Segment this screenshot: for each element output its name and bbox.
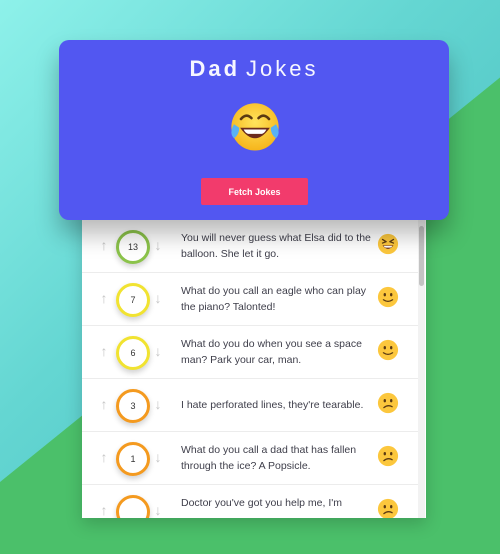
slight-smile-emoji-icon — [377, 339, 399, 361]
vote-count: 6 — [116, 336, 150, 370]
vote-count: 7 — [116, 283, 150, 317]
joke-text: What do you call an eagle who can play t… — [181, 285, 367, 313]
downvote-arrow-icon[interactable]: ↓ — [151, 342, 165, 360]
slight-smile-emoji-icon — [377, 286, 399, 308]
upvote-arrow-icon[interactable]: ↑ — [97, 501, 111, 518]
vote-count — [116, 495, 150, 518]
joke-row: ↑ 3 ↓ I hate perforated lines, they're t… — [82, 379, 418, 432]
confused-emoji-icon — [377, 498, 399, 518]
title-dad: Dad — [189, 56, 241, 81]
downvote-arrow-icon[interactable]: ↓ — [151, 236, 165, 254]
joke-row: ↑ 7 ↓ What do you call an eagle who can … — [82, 273, 418, 326]
scrollbar-thumb[interactable] — [419, 226, 424, 286]
joke-text: What do you do when you see a space man?… — [181, 338, 362, 366]
vote-count: 1 — [116, 442, 150, 476]
header-panel: Dad Jokes Fetch Jokes — [59, 40, 449, 220]
list-scrollbar[interactable] — [418, 200, 425, 518]
joke-text: You will never guess what Elsa did to th… — [181, 232, 371, 260]
joke-row: ↑ 13 ↓ You will never guess what Elsa di… — [82, 220, 418, 273]
title-jokes: Jokes — [246, 56, 319, 81]
joke-text: Doctor you've got you help me, I'm — [181, 497, 343, 509]
vote-count: 13 — [116, 230, 150, 264]
downvote-arrow-icon[interactable]: ↓ — [151, 501, 165, 518]
upvote-arrow-icon[interactable]: ↑ — [97, 236, 111, 254]
joke-row: ↑ 1 ↓ What do you call a dad that has fa… — [82, 432, 418, 485]
upvote-arrow-icon[interactable]: ↑ — [97, 395, 111, 413]
downvote-arrow-icon[interactable]: ↓ — [151, 395, 165, 413]
vote-count: 3 — [116, 389, 150, 423]
upvote-arrow-icon[interactable]: ↑ — [97, 289, 111, 307]
upvote-arrow-icon[interactable]: ↑ — [97, 342, 111, 360]
fetch-jokes-button[interactable]: Fetch Jokes — [201, 178, 308, 205]
joke-row: ↑ 6 ↓ What do you do when you see a spac… — [82, 326, 418, 379]
joke-text: I hate perforated lines, they're tearabl… — [181, 399, 364, 411]
joke-row: ↑ ↓ Doctor you've got you help me, I'm — [82, 485, 418, 518]
jokes-list[interactable]: ↑ 13 ↓ You will never guess what Elsa di… — [82, 200, 426, 518]
confused-emoji-icon — [377, 392, 399, 414]
app-title: Dad Jokes — [59, 56, 449, 82]
grinning-squint-emoji-icon — [377, 233, 399, 255]
downvote-arrow-icon[interactable]: ↓ — [151, 448, 165, 466]
confused-emoji-icon — [377, 445, 399, 467]
joke-text: What do you call a dad that has fallen t… — [181, 444, 357, 472]
laughing-tears-emoji-icon — [231, 103, 279, 151]
upvote-arrow-icon[interactable]: ↑ — [97, 448, 111, 466]
downvote-arrow-icon[interactable]: ↓ — [151, 289, 165, 307]
